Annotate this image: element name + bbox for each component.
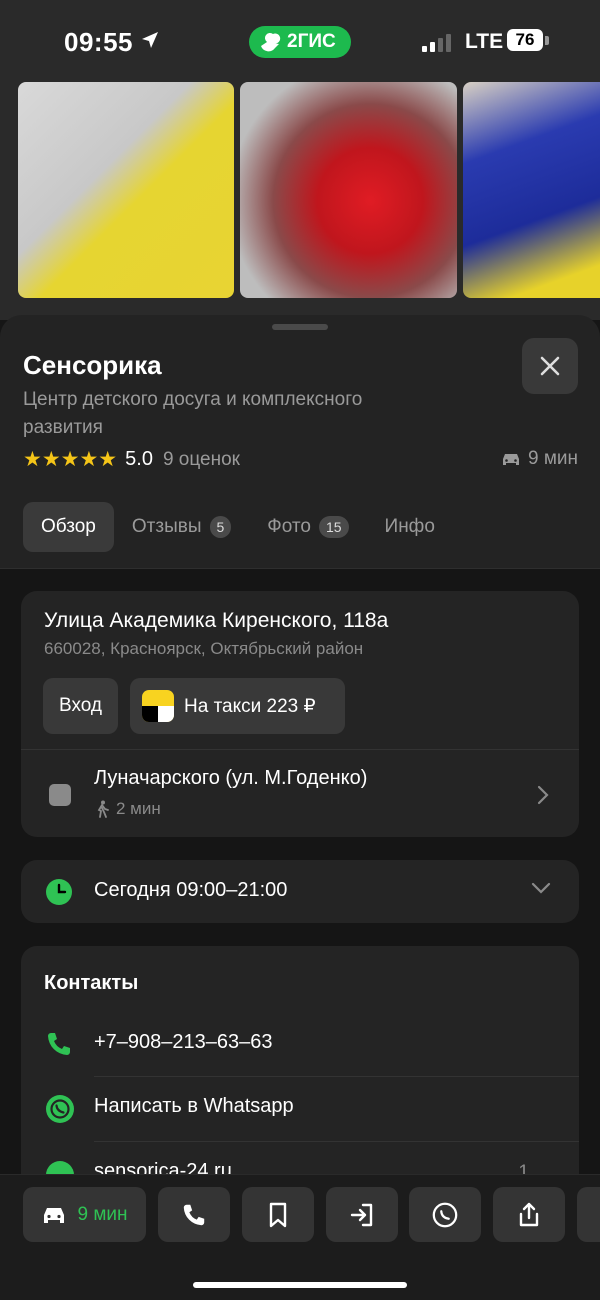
home-indicator[interactable] <box>193 1282 407 1288</box>
contact-phone-row[interactable]: +7‒908‒213‒63‒63 <box>21 1012 579 1076</box>
rating-row[interactable]: ★★★★★ 5.0 9 оценок <box>23 447 240 472</box>
photo-3[interactable] <box>463 82 600 298</box>
route-time: 9 мин <box>77 1203 128 1225</box>
place-category: Центр детского досуга и комплексного раз… <box>23 389 363 438</box>
whatsapp-icon <box>432 1202 458 1227</box>
address-card: Улица Академика Киренского, 118а 660028,… <box>21 591 579 837</box>
contact-whatsapp-row[interactable]: Написать в Whatsapp <box>21 1077 579 1141</box>
status-time: 09:55 <box>64 27 133 57</box>
tab-bar: Обзор Отзывы 5 Фото 15 Инфо <box>23 502 453 552</box>
entry-button[interactable]: Вход <box>43 678 118 734</box>
hours-card[interactable]: Сегодня 09:00–21:00 <box>21 860 579 923</box>
bus-icon <box>49 784 71 806</box>
drive-time: 9 мин <box>500 448 578 470</box>
share-icon <box>519 1202 539 1226</box>
tab-badge: 15 <box>318 516 349 538</box>
walk-time: 2 мин <box>94 799 161 819</box>
whatsapp-link: Написать в Whatsapp <box>94 1095 294 1117</box>
close-button[interactable] <box>522 338 578 394</box>
duck-logo-icon <box>261 33 281 52</box>
enter-icon <box>350 1203 373 1226</box>
status-bar: 09:55 2ГИС LTE 76 <box>0 0 600 80</box>
photo-1[interactable] <box>18 82 234 298</box>
tab-info[interactable]: Инфо <box>367 502 453 552</box>
call-button[interactable] <box>158 1187 230 1242</box>
place-sheet: Сенсорика Центр детского досуга и компле… <box>0 315 600 1300</box>
close-icon <box>540 356 560 376</box>
walk-time-label: 2 мин <box>116 799 161 818</box>
tab-reviews[interactable]: Отзывы 5 <box>114 502 249 552</box>
chevron-down-icon[interactable] <box>531 882 551 894</box>
share-button[interactable] <box>493 1187 565 1242</box>
entrance-button[interactable] <box>326 1187 398 1242</box>
phone-number: +7‒908‒213‒63‒63 <box>94 1031 273 1053</box>
tab-label: Инфо <box>384 516 435 537</box>
hours-text: Сегодня 09:00–21:00 <box>94 879 288 901</box>
bookmark-button[interactable] <box>242 1187 314 1242</box>
photo-carousel[interactable] <box>0 80 600 320</box>
tab-badge: 5 <box>209 516 232 538</box>
tab-label: Обзор <box>41 516 96 537</box>
rating-count: 9 оценок <box>162 448 240 470</box>
rating-stars-icon: ★★★★★ <box>23 448 118 471</box>
place-title: Сенсорика <box>23 350 162 380</box>
whatsapp-icon <box>46 1095 74 1123</box>
address-line[interactable]: Улица Академика Киренского, 118а <box>44 609 388 633</box>
network-type: LTE <box>465 30 504 53</box>
card-divider <box>21 749 579 750</box>
bookmark-icon <box>269 1202 287 1227</box>
brand-name: 2ГИС <box>287 31 336 52</box>
whatsapp-button[interactable] <box>409 1187 481 1242</box>
sheet-grabber[interactable] <box>272 324 328 330</box>
brand-badge[interactable]: 2ГИС <box>249 26 351 58</box>
phone-icon <box>183 1204 205 1225</box>
contacts-card: Контакты +7‒908‒213‒63‒63 Написать в Wha… <box>21 946 579 1206</box>
car-icon <box>502 454 519 465</box>
action-bar: 9 мин <box>0 1174 600 1300</box>
contacts-title: Контакты <box>44 972 139 994</box>
battery-tip <box>545 36 549 45</box>
route-button[interactable]: 9 мин <box>23 1187 146 1242</box>
taxi-button[interactable]: На такси 223 ₽ <box>130 678 345 734</box>
tab-label: Отзывы <box>131 516 202 537</box>
photo-2[interactable] <box>240 82 457 298</box>
phone-icon <box>48 1033 70 1055</box>
taxi-label: На такси 223 ₽ <box>184 695 316 717</box>
walk-icon <box>97 800 109 818</box>
tab-label: Фото <box>267 516 311 537</box>
tab-overview[interactable]: Обзор <box>23 502 114 552</box>
chevron-right-icon[interactable] <box>537 785 549 805</box>
address-details: 660028, Красноярск, Октябрьский район <box>44 639 364 658</box>
transit-stop[interactable]: Луначарского (ул. М.Годенко) <box>94 767 367 790</box>
tab-photos[interactable]: Фото 15 <box>249 502 366 552</box>
drive-time-label: 9 мин <box>527 448 578 469</box>
battery-icon: 76 <box>507 29 543 51</box>
rating-score: 5.0 <box>125 448 153 470</box>
signal-icon <box>422 34 451 52</box>
clock-icon <box>46 879 72 905</box>
taxi-logo-icon <box>142 690 174 722</box>
car-icon <box>44 1207 65 1223</box>
location-arrow-icon <box>142 32 158 48</box>
more-button[interactable] <box>577 1187 600 1242</box>
